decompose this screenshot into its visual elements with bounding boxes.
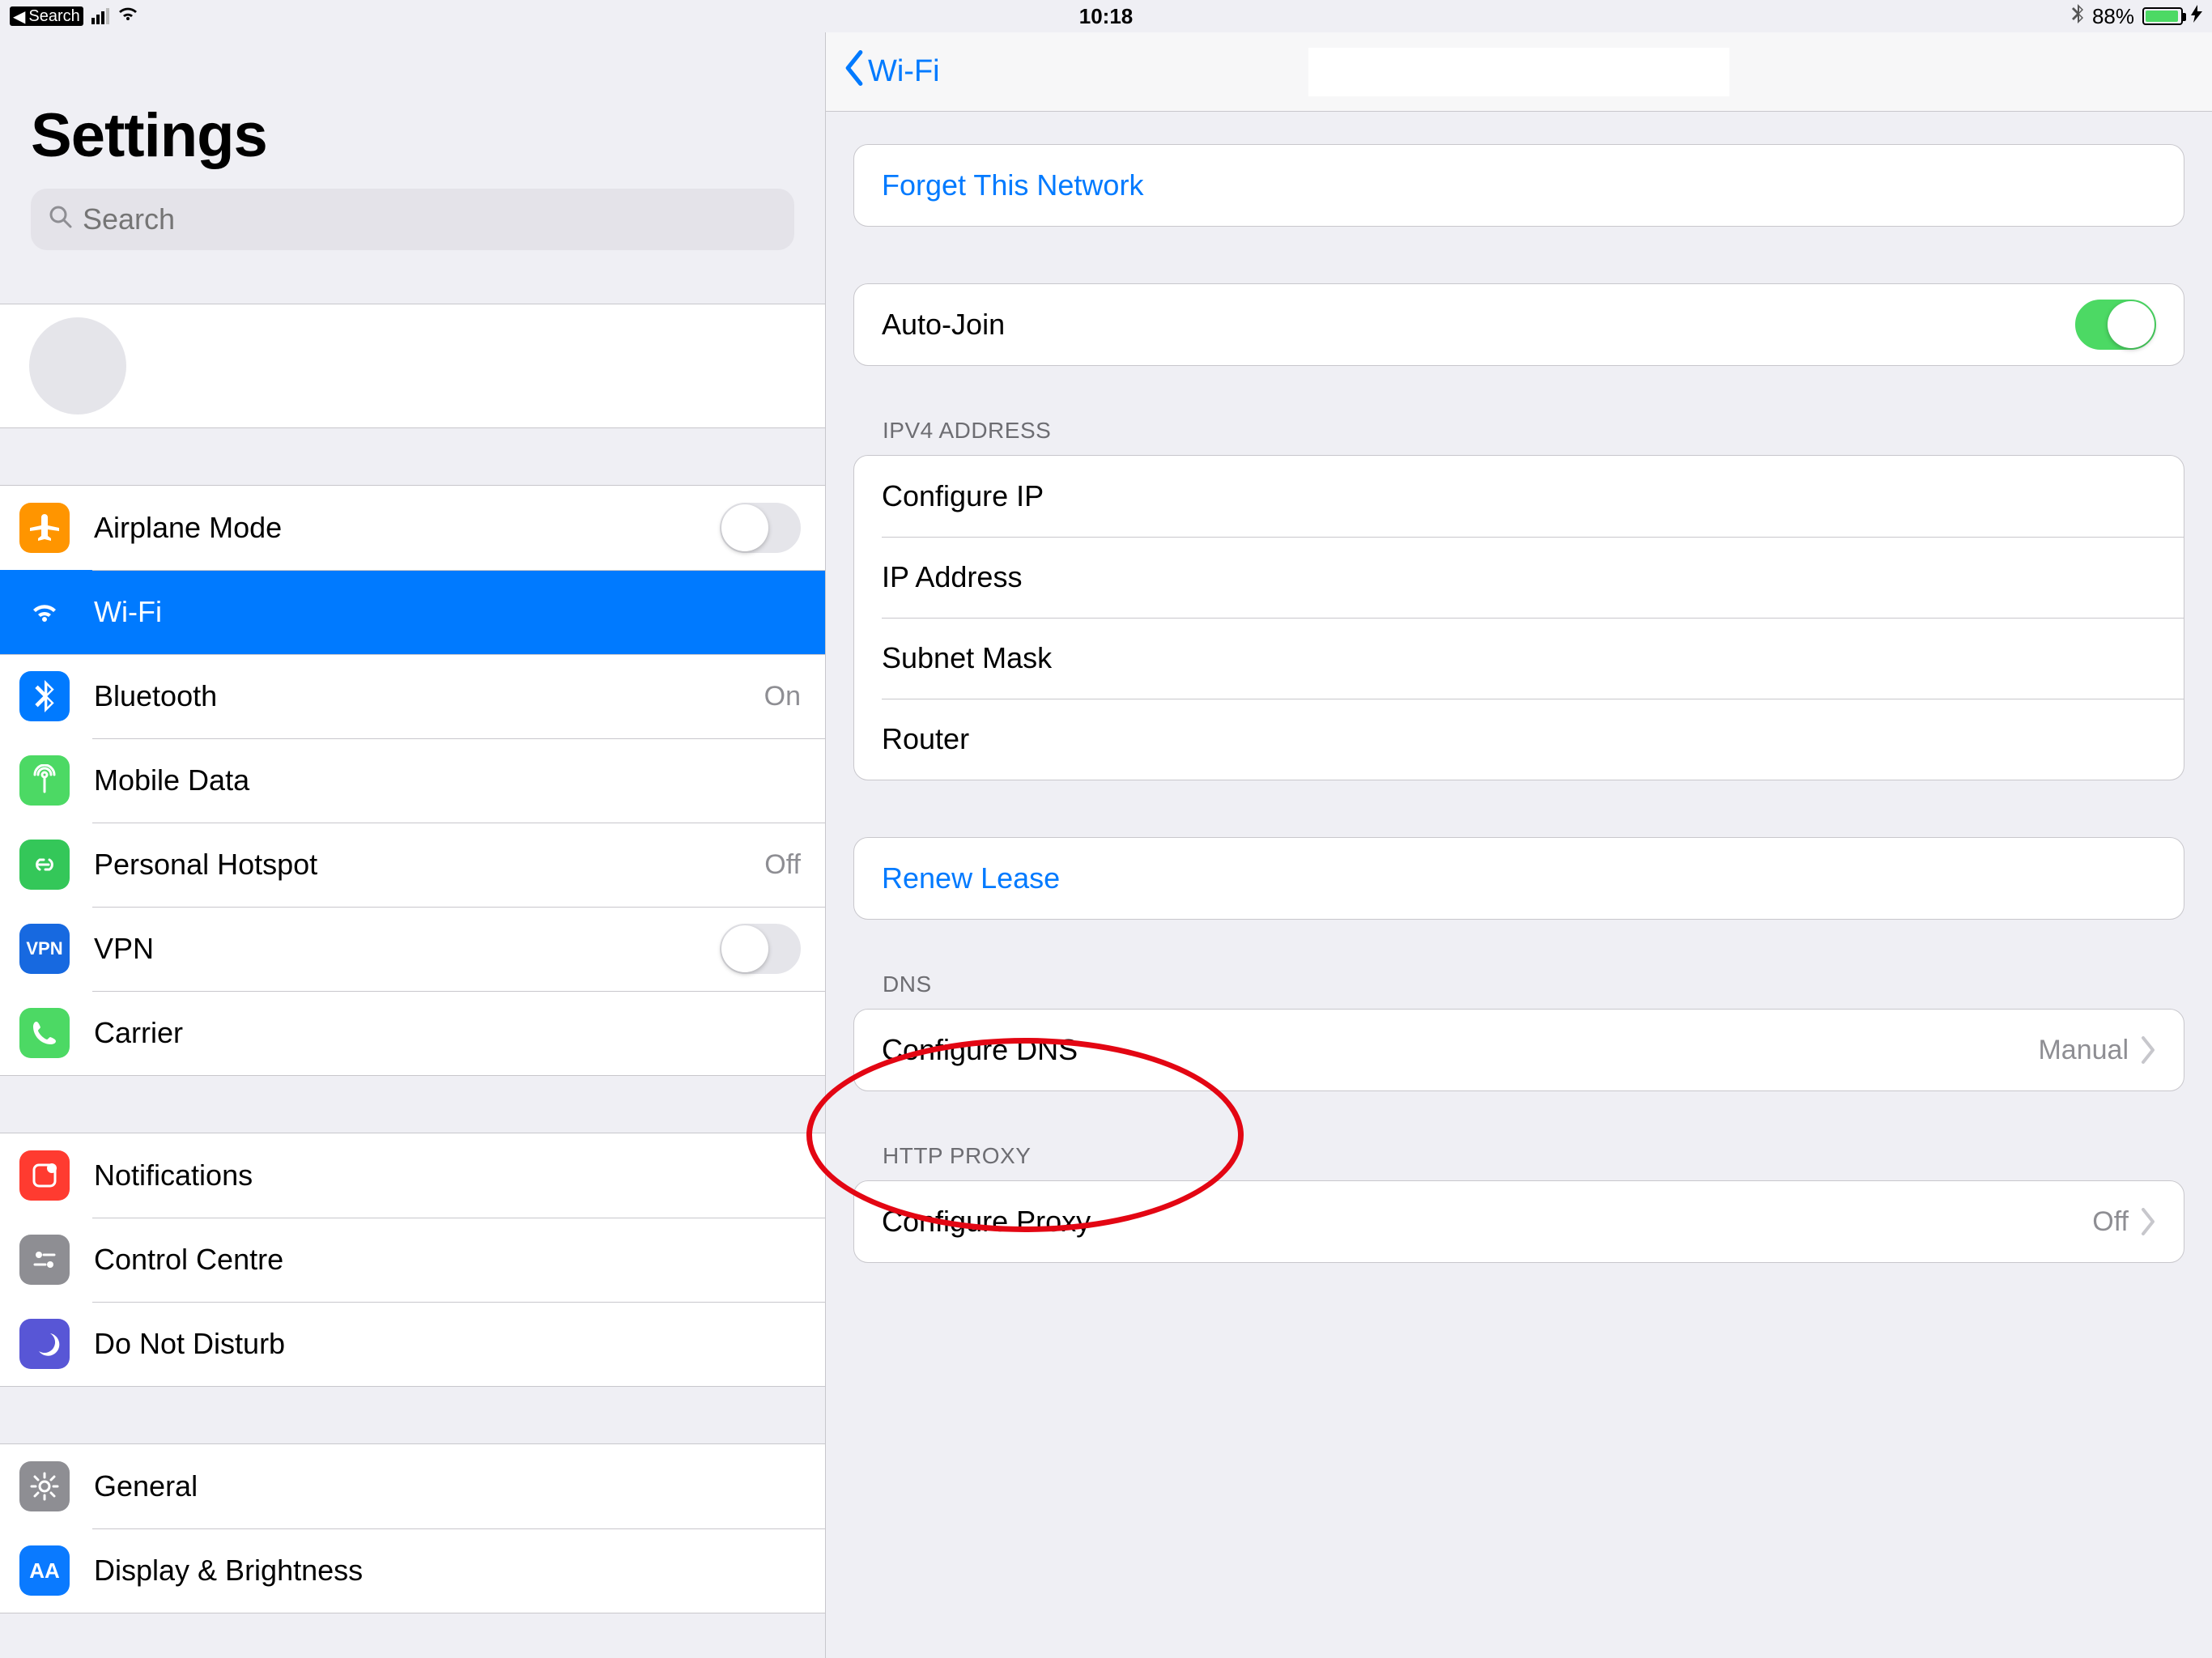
- sidebar-item-label: Wi-Fi: [94, 595, 801, 629]
- sidebar-item-label: Notifications: [94, 1158, 801, 1192]
- vpn-toggle[interactable]: [720, 924, 801, 974]
- auto-join-toggle[interactable]: [2075, 300, 2156, 350]
- search-input[interactable]: [31, 189, 794, 250]
- configure-ip-row[interactable]: Configure IP: [854, 456, 2184, 537]
- configure-ip-label: Configure IP: [882, 479, 2156, 513]
- battery-percent: 88%: [2092, 4, 2134, 29]
- control-centre-icon: [19, 1235, 70, 1285]
- forget-network-button[interactable]: Forget This Network: [854, 145, 2184, 226]
- sidebar-item-wifi[interactable]: Wi-Fi: [0, 570, 825, 654]
- phone-icon: [19, 1008, 70, 1058]
- sidebar-item-label: Control Centre: [94, 1243, 801, 1277]
- charging-icon: [2191, 5, 2202, 28]
- configure-proxy-value: Off: [2092, 1206, 2129, 1238]
- status-time: 10:18: [1079, 4, 1134, 29]
- chevron-left-icon: ◀: [13, 6, 25, 27]
- wifi-signal-icon: [117, 6, 138, 27]
- notifications-icon: [19, 1150, 70, 1201]
- renew-lease-label: Renew Lease: [882, 861, 2156, 895]
- account-row[interactable]: [0, 304, 825, 428]
- airplane-icon: [19, 503, 70, 553]
- forget-network-label: Forget This Network: [882, 168, 2156, 202]
- detail-nav-bar: Wi-Fi: [826, 32, 2212, 112]
- configure-dns-row[interactable]: Configure DNS Manual: [854, 1010, 2184, 1090]
- battery-icon: [2142, 7, 2183, 25]
- sidebar-item-notifications[interactable]: Notifications: [0, 1133, 825, 1218]
- sidebar-item-dnd[interactable]: Do Not Disturb: [0, 1302, 825, 1386]
- wifi-icon: [19, 587, 70, 637]
- configure-dns-label: Configure DNS: [882, 1033, 2038, 1067]
- search-icon: [49, 202, 73, 236]
- sidebar-item-label: Personal Hotspot: [94, 848, 764, 882]
- configure-proxy-label: Configure Proxy: [882, 1205, 2092, 1239]
- sidebar-item-value: Off: [764, 849, 801, 881]
- text-size-icon: AA: [19, 1545, 70, 1596]
- status-back-to-search[interactable]: ◀ Search: [10, 6, 83, 26]
- status-back-label: Search: [28, 7, 79, 26]
- search-input-field[interactable]: [83, 202, 776, 236]
- sidebar-item-display[interactable]: AA Display & Brightness: [0, 1528, 825, 1613]
- chevron-left-icon: [842, 50, 866, 94]
- router-row[interactable]: Router: [854, 699, 2184, 780]
- status-bar: ◀ Search 10:18 88%: [0, 0, 2212, 32]
- sidebar-item-label: Carrier: [94, 1016, 801, 1050]
- sidebar-item-label: Display & Brightness: [94, 1554, 801, 1588]
- sidebar-item-hotspot[interactable]: Personal Hotspot Off: [0, 823, 825, 907]
- page-title: Settings: [31, 100, 794, 171]
- sidebar-item-label: VPN: [94, 932, 720, 966]
- back-button[interactable]: Wi-Fi: [842, 50, 940, 94]
- sidebar-item-vpn[interactable]: VPN VPN: [0, 907, 825, 991]
- bluetooth-icon: [19, 671, 70, 721]
- avatar: [29, 317, 126, 414]
- sidebar-item-mobile-data[interactable]: Mobile Data: [0, 738, 825, 823]
- sidebar-item-label: Do Not Disturb: [94, 1327, 801, 1361]
- sidebar-item-control-centre[interactable]: Control Centre: [0, 1218, 825, 1302]
- chevron-right-icon: [2140, 1208, 2156, 1235]
- sidebar-item-airplane[interactable]: Airplane Mode: [0, 486, 825, 570]
- dns-section-header: DNS: [883, 971, 2184, 997]
- sidebar-item-label: General: [94, 1469, 801, 1503]
- ipv4-section-header: IPV4 Address: [883, 418, 2184, 444]
- vpn-icon: VPN: [19, 924, 70, 974]
- sidebar-item-bluetooth[interactable]: Bluetooth On: [0, 654, 825, 738]
- auto-join-row: Auto-Join: [854, 284, 2184, 365]
- router-label: Router: [882, 722, 2156, 756]
- gear-icon: [19, 1461, 70, 1511]
- proxy-section-header: HTTP Proxy: [883, 1143, 2184, 1169]
- chevron-right-icon: [2140, 1036, 2156, 1064]
- renew-lease-button[interactable]: Renew Lease: [854, 838, 2184, 919]
- configure-proxy-row[interactable]: Configure Proxy Off: [854, 1181, 2184, 1262]
- subnet-mask-row[interactable]: Subnet Mask: [854, 618, 2184, 699]
- configure-dns-value: Manual: [2038, 1035, 2129, 1066]
- back-label: Wi-Fi: [868, 54, 940, 89]
- sidebar-item-label: Bluetooth: [94, 679, 764, 713]
- link-icon: [19, 840, 70, 890]
- sidebar-item-label: Airplane Mode: [94, 511, 720, 545]
- settings-sidebar: Settings Airplane Mode: [0, 32, 826, 1658]
- sidebar-item-general[interactable]: General: [0, 1444, 825, 1528]
- airplane-toggle[interactable]: [720, 503, 801, 553]
- sidebar-item-carrier[interactable]: Carrier: [0, 991, 825, 1075]
- cellular-signal-icon: [91, 8, 109, 24]
- ip-address-row[interactable]: IP Address: [854, 537, 2184, 618]
- detail-pane: Wi-Fi Forget This Network Auto-Join IPV4…: [826, 32, 2212, 1658]
- ip-address-label: IP Address: [882, 560, 2156, 594]
- sidebar-item-value: On: [764, 681, 801, 712]
- bluetooth-icon: [2071, 4, 2084, 28]
- network-name-redacted: [1308, 48, 1729, 96]
- sidebar-item-label: Mobile Data: [94, 763, 801, 797]
- moon-icon: [19, 1319, 70, 1369]
- subnet-mask-label: Subnet Mask: [882, 641, 2156, 675]
- antenna-icon: [19, 755, 70, 806]
- auto-join-label: Auto-Join: [882, 308, 2075, 342]
